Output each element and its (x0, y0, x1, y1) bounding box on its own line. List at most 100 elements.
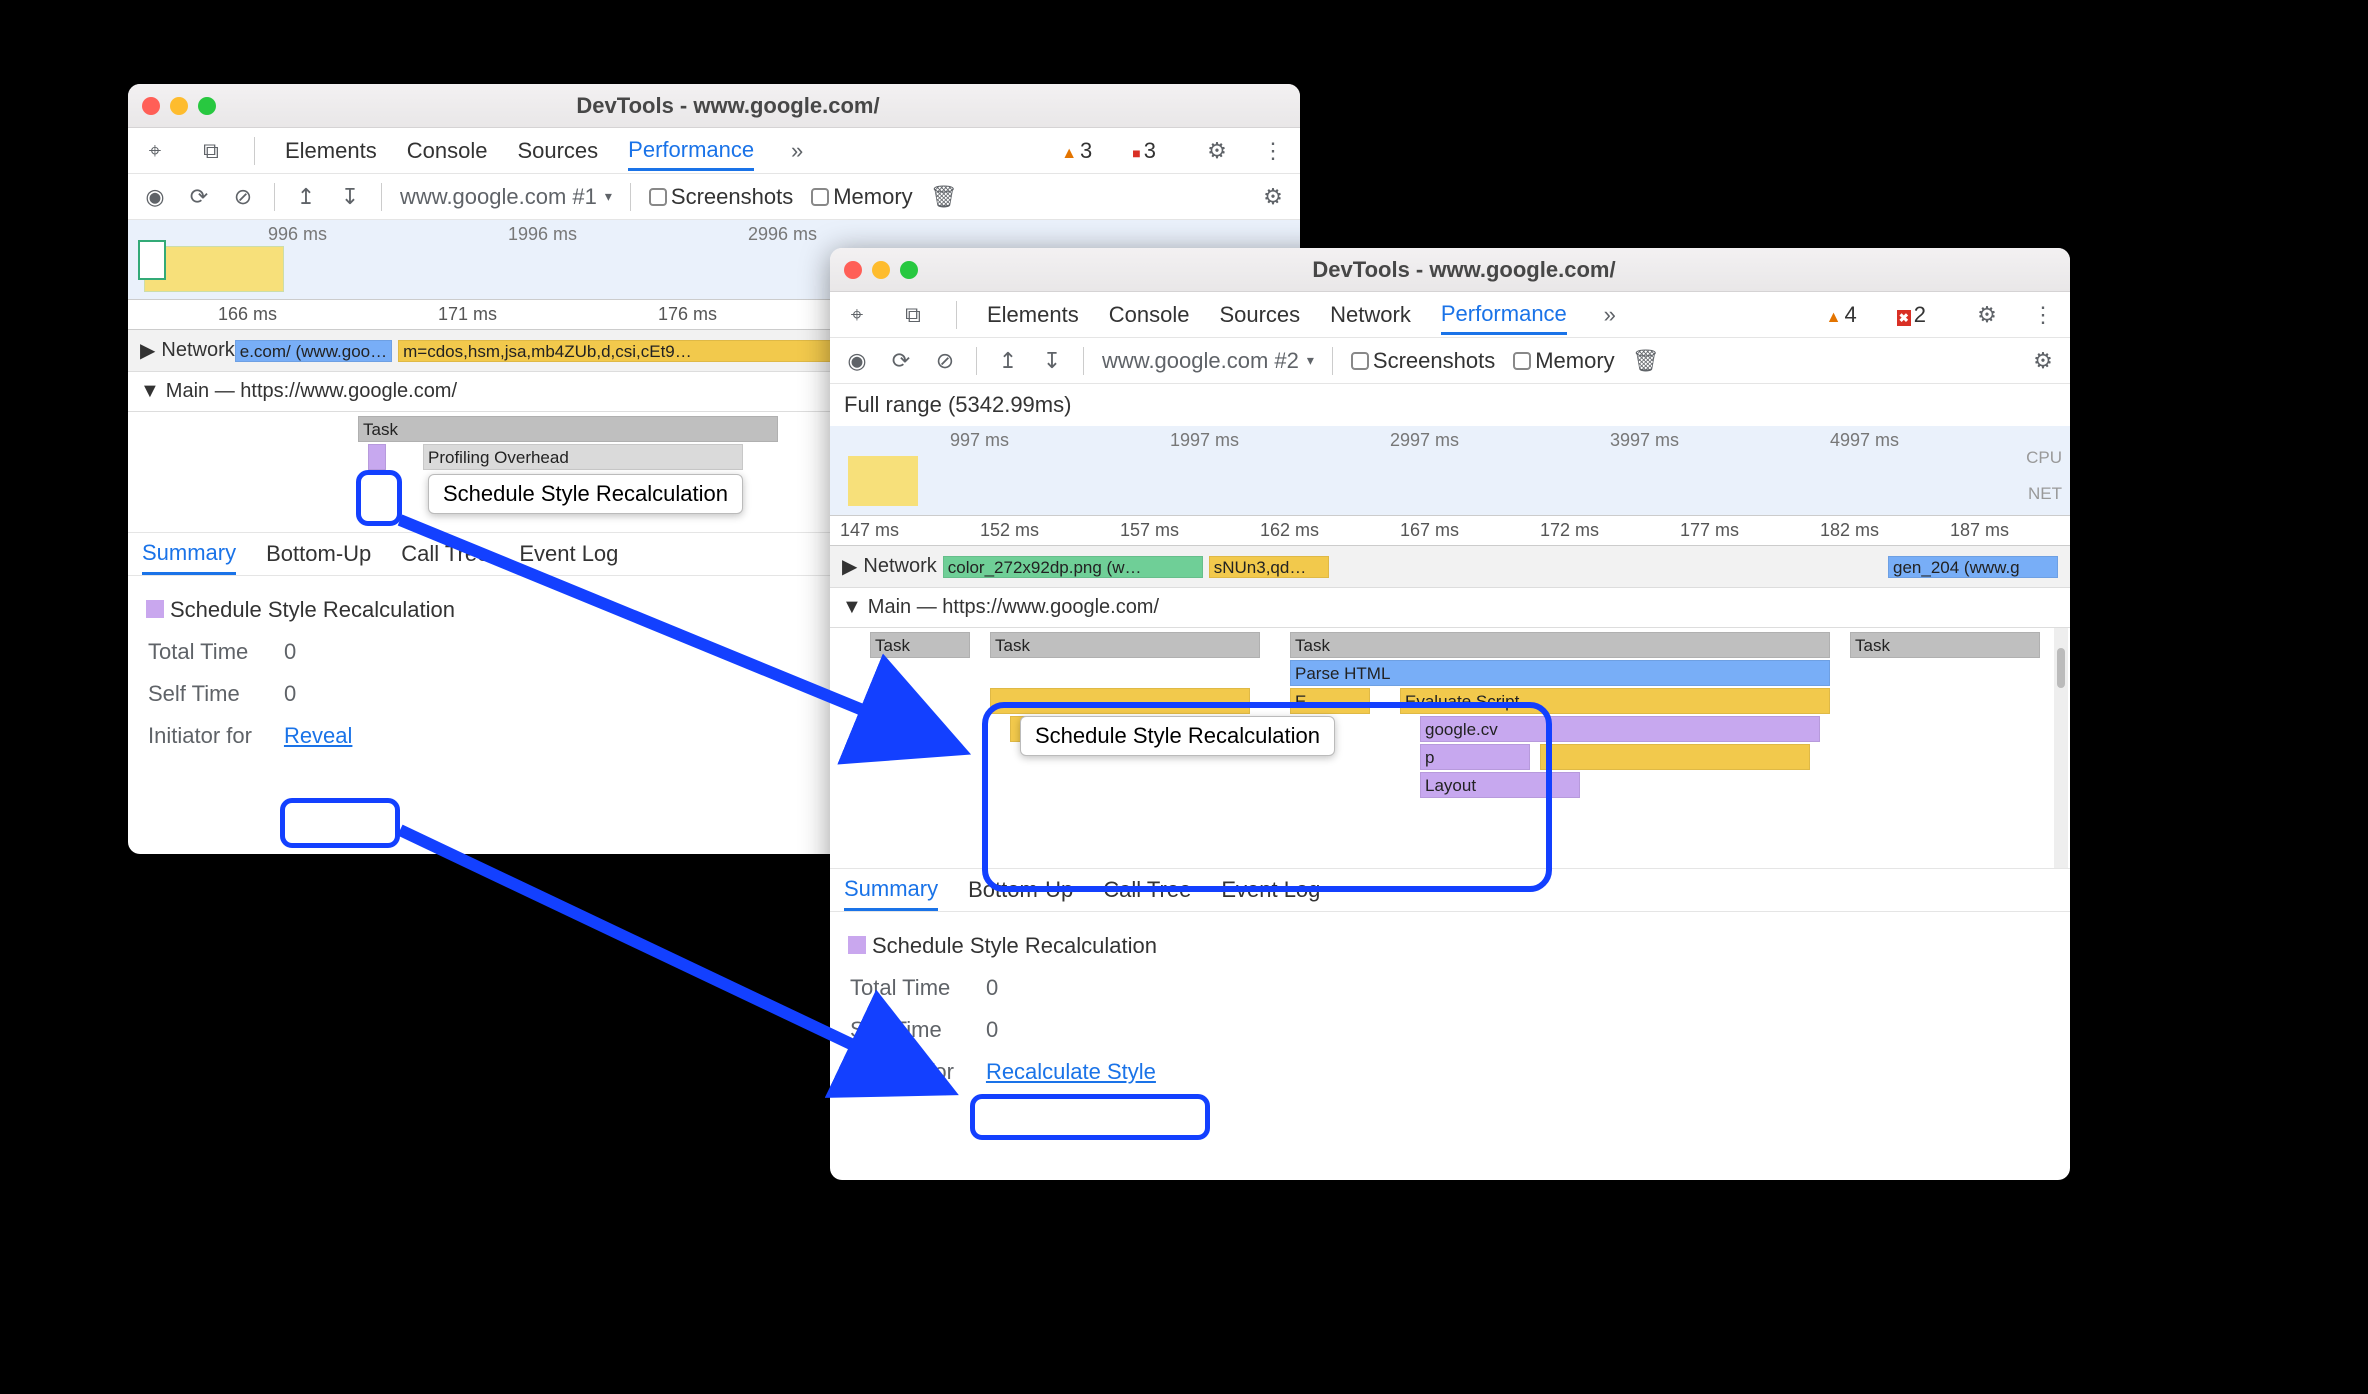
record-icon[interactable]: ◉ (844, 348, 870, 374)
device-icon[interactable]: ⧉ (198, 138, 224, 164)
clear-icon[interactable]: ⊘ (230, 184, 256, 210)
expand-icon[interactable]: ▶ (842, 554, 857, 579)
kebab-icon[interactable]: ⋮ (1260, 138, 1286, 164)
flame-bar-task[interactable]: Task (990, 632, 1260, 658)
recording-dropdown[interactable]: www.google.com #2 (1102, 348, 1314, 374)
reveal-link[interactable]: Reveal (284, 723, 352, 748)
scrollbar[interactable] (2054, 628, 2068, 868)
devtools-tabstrip: ⌖ ⧉ Elements Console Sources Network Per… (830, 292, 2070, 338)
summary-table: Total Time0 Self Time0 Initiator forReca… (848, 966, 1188, 1094)
tab-sources[interactable]: Sources (1219, 302, 1300, 328)
separator (274, 183, 275, 211)
screenshots-checkbox[interactable]: Screenshots (649, 184, 793, 210)
self-time-value: 0 (284, 674, 382, 714)
network-bar[interactable]: sNUn3,qd… (1209, 556, 1329, 578)
flame-bar-task[interactable]: Task (358, 416, 778, 442)
flame-bar[interactable] (1540, 744, 1810, 770)
network-bar[interactable]: color_272x92dp.png (w… (943, 556, 1203, 578)
upload-icon[interactable]: ↥ (995, 348, 1021, 374)
tab-summary[interactable]: Summary (142, 540, 236, 575)
error-count[interactable]: 2 (1897, 302, 1926, 328)
tab-bottom-up[interactable]: Bottom-Up (266, 541, 371, 567)
screenshots-checkbox[interactable]: Screenshots (1351, 348, 1495, 374)
more-tabs-icon[interactable]: » (784, 138, 810, 164)
memory-checkbox[interactable]: Memory (811, 184, 912, 210)
tab-console[interactable]: Console (1109, 302, 1190, 328)
network-bar[interactable]: e.com/ (www.goo… (235, 340, 392, 362)
annotation-highlight (970, 1094, 1210, 1140)
tab-summary[interactable]: Summary (844, 876, 938, 911)
collapse-icon[interactable]: ▼ (140, 380, 160, 403)
close-window-icon[interactable] (844, 261, 862, 279)
overview-timeline[interactable]: 997 ms 1997 ms 2997 ms 3997 ms 4997 ms C… (830, 426, 2070, 516)
network-track-header[interactable]: ▶ Network color_272x92dp.png (w… sNUn3,q… (830, 546, 2070, 588)
trash-icon[interactable]: 🗑 (1633, 348, 1659, 374)
window-title: DevTools - www.google.com/ (246, 93, 1210, 119)
recording-dropdown[interactable]: www.google.com #1 (400, 184, 612, 210)
tab-elements[interactable]: Elements (987, 302, 1079, 328)
device-icon[interactable]: ⧉ (900, 302, 926, 328)
settings-icon[interactable]: ⚙ (1974, 302, 2000, 328)
cpu-label: CPU (2026, 448, 2062, 468)
reload-icon[interactable]: ⟳ (186, 184, 212, 210)
more-tabs-icon[interactable]: » (1597, 302, 1623, 328)
upload-icon[interactable]: ↥ (293, 184, 319, 210)
tab-sources[interactable]: Sources (517, 138, 598, 164)
flame-bar-task[interactable]: Task (1850, 632, 2040, 658)
network-bar[interactable]: gen_204 (www.g (1888, 556, 2058, 578)
recalculate-style-link[interactable]: Recalculate Style (986, 1059, 1156, 1084)
collapse-icon[interactable]: ▼ (842, 596, 862, 619)
ruler-tick: 152 ms (980, 520, 1039, 541)
close-window-icon[interactable] (142, 97, 160, 115)
reload-icon[interactable]: ⟳ (888, 348, 914, 374)
ruler-tick: 162 ms (1260, 520, 1319, 541)
perf-toolbar: ◉ ⟳ ⊘ ↥ ↧ www.google.com #2 Screenshots … (830, 338, 2070, 384)
titlebar: DevTools - www.google.com/ (128, 84, 1300, 128)
memory-checkbox[interactable]: Memory (1513, 348, 1614, 374)
trash-icon[interactable]: 🗑 (931, 184, 957, 210)
maximize-window-icon[interactable] (198, 97, 216, 115)
flame-bar-schedule-style[interactable] (368, 444, 386, 470)
inspect-icon[interactable]: ⌖ (142, 138, 168, 164)
time-ruler[interactable]: 147 ms 152 ms 157 ms 162 ms 167 ms 172 m… (830, 516, 2070, 546)
tab-network[interactable]: Network (1330, 302, 1411, 328)
minimize-window-icon[interactable] (872, 261, 890, 279)
overview-tick: 997 ms (950, 430, 1009, 451)
expand-icon[interactable]: ▶ (140, 338, 155, 363)
flame-bar-parse-html[interactable]: Parse HTML (1290, 660, 1830, 686)
minimize-window-icon[interactable] (170, 97, 188, 115)
overview-tick: 4997 ms (1830, 430, 1899, 451)
flame-bar-profiling[interactable]: Profiling Overhead (423, 444, 743, 470)
tab-call-tree[interactable]: Call Tree (401, 541, 489, 567)
tab-console[interactable]: Console (407, 138, 488, 164)
gear-icon[interactable]: ⚙ (2030, 348, 2056, 374)
inspect-icon[interactable]: ⌖ (844, 302, 870, 328)
download-icon[interactable]: ↧ (337, 184, 363, 210)
tab-performance[interactable]: Performance (1441, 301, 1567, 335)
devtools-tabstrip: ⌖ ⧉ Elements Console Sources Performance… (128, 128, 1300, 174)
clear-icon[interactable]: ⊘ (932, 348, 958, 374)
download-icon[interactable]: ↧ (1039, 348, 1065, 374)
maximize-window-icon[interactable] (900, 261, 918, 279)
separator (630, 183, 631, 211)
flame-bar-task[interactable]: Task (1290, 632, 1830, 658)
tab-performance[interactable]: Performance (628, 137, 754, 171)
error-count[interactable]: 3 (1132, 138, 1156, 164)
flame-bar-task[interactable]: Task (870, 632, 970, 658)
warning-count[interactable]: 4 (1826, 302, 1857, 328)
ruler-tick: 167 ms (1400, 520, 1459, 541)
track-title: Main — https://www.google.com/ (166, 380, 457, 403)
ruler-tick: 176 ms (658, 304, 717, 325)
record-icon[interactable]: ◉ (142, 184, 168, 210)
kebab-icon[interactable]: ⋮ (2030, 302, 2056, 328)
gear-icon[interactable]: ⚙ (1260, 184, 1286, 210)
warning-count[interactable]: 3 (1061, 138, 1092, 164)
overview-selection[interactable] (138, 240, 166, 280)
main-track-header[interactable]: ▼ Main — https://www.google.com/ (830, 588, 2070, 628)
summary-title: Schedule Style Recalculation (848, 926, 2052, 966)
annotation-highlight (356, 470, 402, 526)
settings-icon[interactable]: ⚙ (1204, 138, 1230, 164)
tab-elements[interactable]: Elements (285, 138, 377, 164)
tab-event-log[interactable]: Event Log (519, 541, 618, 567)
total-time-value: 0 (284, 632, 382, 672)
